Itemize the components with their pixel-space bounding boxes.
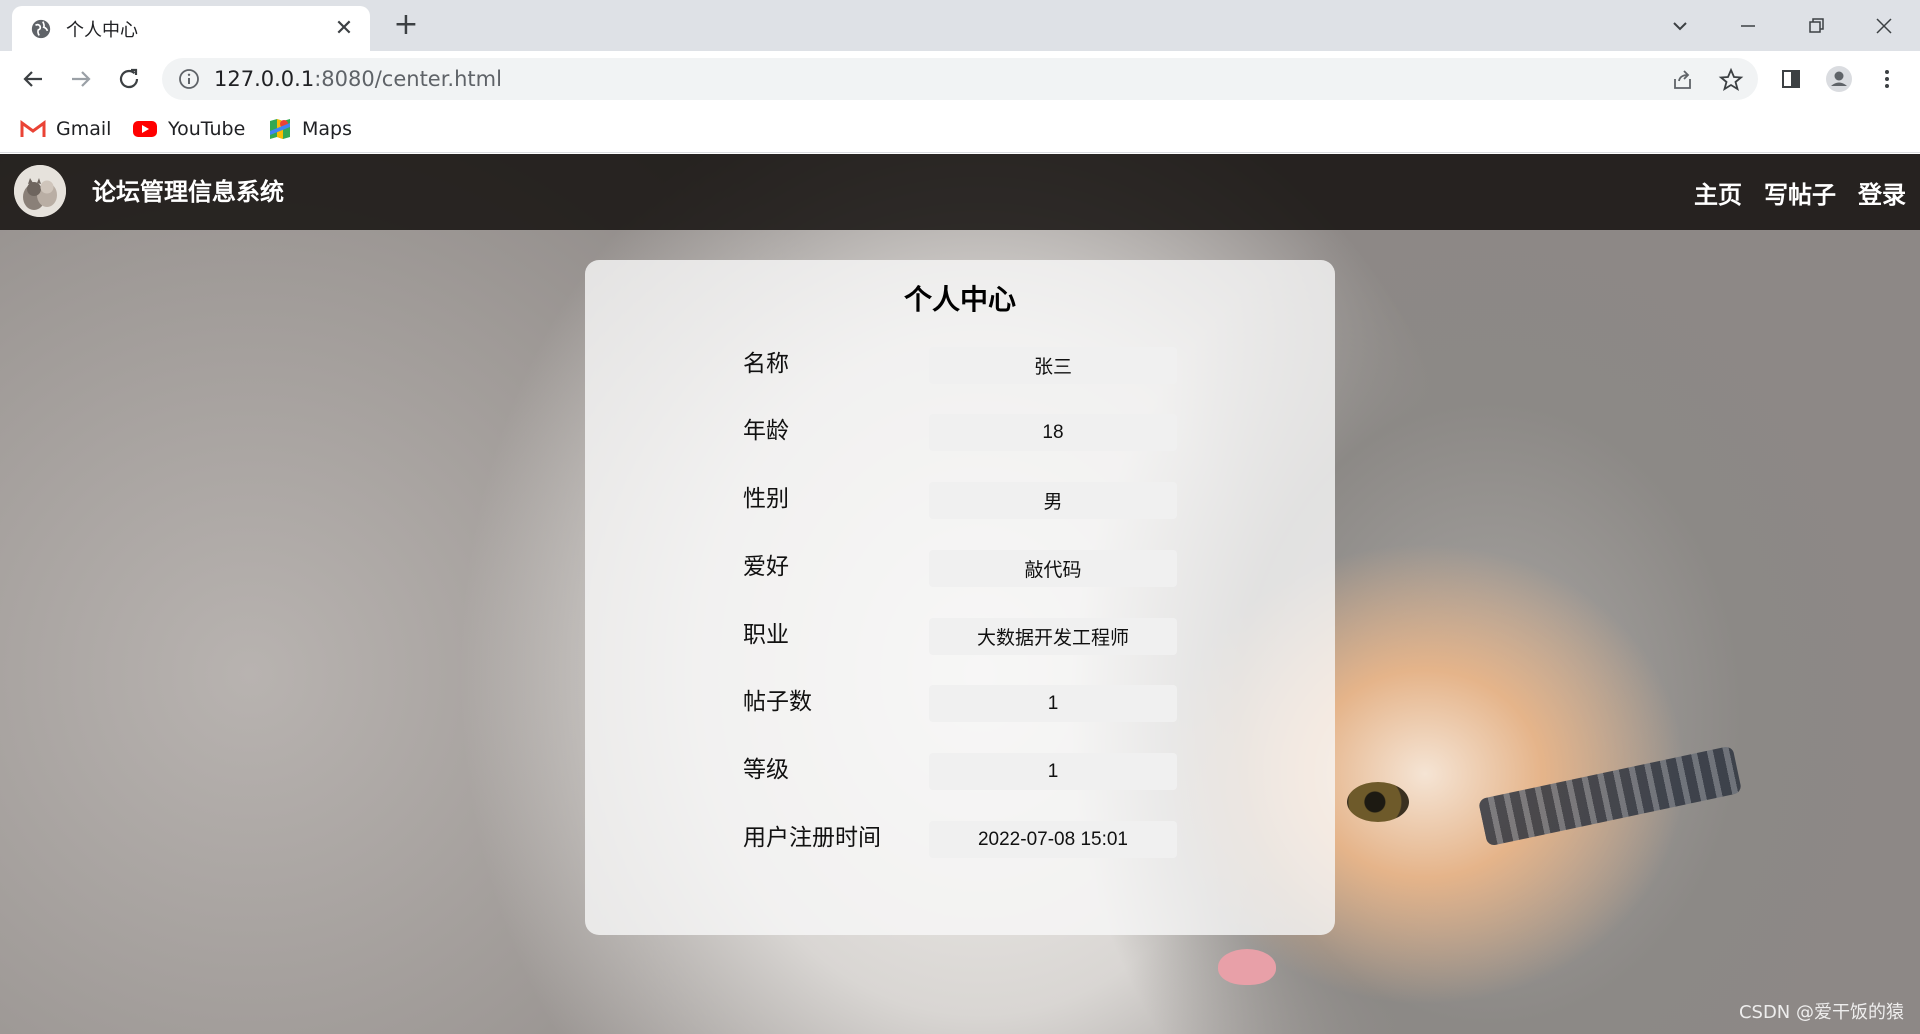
bookmark-maps[interactable]: Maps <box>268 114 352 144</box>
site-title: 论坛管理信息系统 <box>92 178 284 206</box>
register-time-field[interactable] <box>929 821 1177 858</box>
bookmark-youtube[interactable]: YouTube <box>132 114 245 144</box>
cat-logo-icon <box>14 165 66 217</box>
profile-row-level: 等级 <box>585 750 1335 790</box>
gender-field[interactable] <box>929 482 1177 519</box>
field-label: 职业 <box>743 622 789 648</box>
browser-toolbar: 127.0.0.1:8080/center.html <box>0 51 1920 105</box>
age-field[interactable] <box>929 414 1177 451</box>
new-tab-icon[interactable]: + <box>390 10 422 42</box>
profile-card: 个人中心 名称 年龄 性别 爱好 职业 帖子数 等级 <box>585 260 1335 935</box>
close-tab-icon[interactable]: ✕ <box>332 16 356 41</box>
menu-kebab-icon[interactable] <box>1872 64 1902 94</box>
url-host: 127.0.0.1 <box>214 67 315 91</box>
nav-link-home[interactable]: 主页 <box>1694 175 1742 210</box>
background-photo-cat-eye <box>1347 782 1409 822</box>
restore-icon[interactable] <box>1800 10 1832 42</box>
watermark: CSDN @爱干饭的猿 <box>1738 1002 1904 1023</box>
page-viewport: 论坛管理信息系统 主页 写帖子 登录 个人中心 名称 年龄 性别 爱好 职业 <box>0 154 1920 1034</box>
nav-link-write-post[interactable]: 写帖子 <box>1764 175 1836 210</box>
tab-title: 个人中心 <box>66 19 138 41</box>
post-count-field[interactable] <box>929 685 1177 722</box>
field-label: 年龄 <box>743 418 789 444</box>
field-label: 名称 <box>743 351 789 377</box>
field-label: 用户注册时间 <box>743 825 881 851</box>
minimize-icon[interactable] <box>1732 10 1764 42</box>
browser-tab-bar: 个人中心 ✕ + <box>0 0 1920 51</box>
field-label: 爱好 <box>743 554 789 580</box>
profile-row-hobby: 爱好 <box>585 547 1335 587</box>
bookmarks-bar: Gmail YouTube Maps <box>0 105 1920 153</box>
profile-title: 个人中心 <box>903 283 1016 316</box>
site-nav: 主页 写帖子 登录 <box>1672 154 1906 230</box>
maps-icon <box>270 119 290 139</box>
background-photo-stitching <box>1477 745 1743 847</box>
bookmark-gmail[interactable]: Gmail <box>20 114 111 144</box>
side-panel-icon[interactable] <box>1776 64 1806 94</box>
url-text[interactable]: 127.0.0.1:8080/center.html <box>214 58 502 100</box>
browser-tab[interactable]: 个人中心 ✕ <box>12 6 370 51</box>
site-info-icon[interactable] <box>178 68 200 90</box>
field-label: 等级 <box>743 757 789 783</box>
site-header: 论坛管理信息系统 主页 写帖子 登录 <box>0 154 1920 230</box>
reload-icon[interactable] <box>114 64 144 94</box>
level-field[interactable] <box>929 753 1177 790</box>
bookmark-label: Gmail <box>56 118 112 140</box>
youtube-icon <box>133 121 157 137</box>
occupation-field[interactable] <box>929 618 1177 655</box>
name-field[interactable] <box>929 347 1177 384</box>
nav-link-login[interactable]: 登录 <box>1858 175 1906 210</box>
globe-icon <box>31 19 51 38</box>
site-logo[interactable] <box>14 165 66 217</box>
profile-row-occupation: 职业 <box>585 615 1335 655</box>
address-bar[interactable]: 127.0.0.1:8080/center.html <box>162 58 1758 100</box>
gmail-icon <box>20 120 46 137</box>
bookmark-star-icon[interactable] <box>1718 67 1744 93</box>
background-photo-cat-nose <box>1218 949 1276 985</box>
share-icon[interactable] <box>1670 67 1696 93</box>
profile-row-name: 名称 <box>585 344 1335 384</box>
back-icon[interactable] <box>18 64 48 94</box>
field-label: 性别 <box>743 486 789 512</box>
hobby-field[interactable] <box>929 550 1177 587</box>
close-window-icon[interactable] <box>1868 10 1900 42</box>
field-label: 帖子数 <box>743 689 812 715</box>
profile-row-gender: 性别 <box>585 479 1335 519</box>
forward-icon[interactable] <box>66 64 96 94</box>
bookmark-label: Maps <box>302 118 352 140</box>
profile-row-post-count: 帖子数 <box>585 682 1335 722</box>
profile-row-register-time: 用户注册时间 <box>585 818 1335 858</box>
tab-search-icon[interactable] <box>1664 10 1696 42</box>
url-path: :8080/center.html <box>314 67 502 91</box>
bookmark-label: YouTube <box>168 118 246 140</box>
profile-row-age: 年龄 <box>585 411 1335 451</box>
profile-avatar-icon[interactable] <box>1824 64 1854 94</box>
